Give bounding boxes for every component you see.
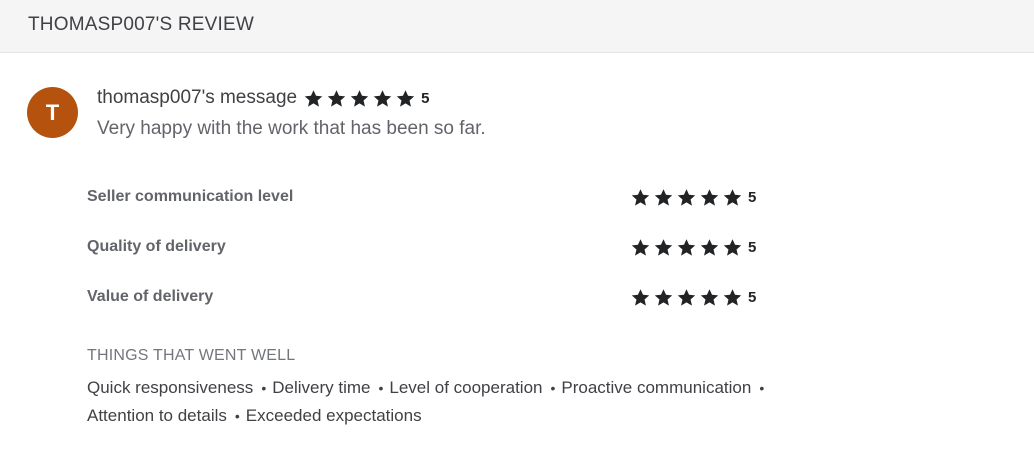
rating-row-communication: Seller communication level 5 bbox=[87, 185, 787, 209]
star-icon bbox=[723, 288, 742, 306]
rating-row-quality: Quality of delivery 5 bbox=[87, 235, 787, 259]
star-icon bbox=[631, 238, 650, 256]
rating-stars: 5 bbox=[631, 285, 756, 309]
rating-score: 5 bbox=[748, 188, 757, 206]
rating-score: 5 bbox=[748, 238, 757, 256]
star-icon bbox=[677, 238, 696, 256]
bullet-separator: • bbox=[550, 380, 556, 396]
review-header: THOMASP007'S REVIEW bbox=[0, 0, 1034, 53]
star-icon bbox=[677, 188, 696, 206]
list-item: Delivery time bbox=[272, 378, 371, 397]
star-icon bbox=[304, 89, 323, 107]
avatar-letter: T bbox=[45, 99, 60, 125]
avatar[interactable]: T bbox=[27, 87, 78, 138]
things-went-well-list: Quick responsiveness • Delivery time • Level… bbox=[87, 374, 907, 430]
rating-row-value: Value of delivery 5 bbox=[87, 285, 787, 309]
star-icon bbox=[654, 238, 673, 256]
overall-star-rating: 5 bbox=[304, 89, 429, 108]
review-message-title: thomasp007's message bbox=[97, 87, 298, 108]
star-icon bbox=[631, 288, 650, 306]
things-went-well-title: THINGS THAT WENT WELL bbox=[87, 347, 296, 364]
list-item: Proactive communication bbox=[561, 378, 752, 397]
star-icon bbox=[723, 238, 742, 256]
rating-stars: 5 bbox=[631, 185, 756, 209]
review-message-text: Very happy with the work that has been s… bbox=[97, 118, 486, 139]
star-icon bbox=[700, 188, 719, 206]
overall-score: 5 bbox=[421, 89, 430, 107]
star-icon bbox=[396, 89, 415, 107]
star-icon bbox=[327, 89, 346, 107]
list-item: Attention to details bbox=[87, 406, 227, 425]
star-icon bbox=[654, 188, 673, 206]
star-icon bbox=[723, 188, 742, 206]
star-icon bbox=[350, 89, 369, 107]
rating-score: 5 bbox=[748, 288, 757, 306]
review-message-header: thomasp007's message 5 bbox=[97, 86, 429, 110]
rating-stars: 5 bbox=[631, 235, 756, 259]
review-header-title: THOMASP007'S REVIEW bbox=[28, 14, 254, 35]
star-icon bbox=[631, 188, 650, 206]
bullet-separator: • bbox=[261, 380, 267, 396]
rating-label: Seller communication level bbox=[87, 188, 294, 205]
list-item: Level of cooperation bbox=[389, 378, 543, 397]
list-item: Exceeded expectations bbox=[245, 406, 422, 425]
rating-label: Quality of delivery bbox=[87, 238, 226, 255]
bullet-separator: • bbox=[378, 380, 384, 396]
rating-label: Value of delivery bbox=[87, 288, 214, 305]
star-icon bbox=[677, 288, 696, 306]
star-icon bbox=[700, 238, 719, 256]
star-icon bbox=[700, 288, 719, 306]
star-icon bbox=[654, 288, 673, 306]
bullet-separator: • bbox=[759, 380, 765, 396]
bullet-separator: • bbox=[234, 408, 240, 424]
list-item: Quick responsiveness bbox=[87, 378, 254, 397]
star-icon bbox=[373, 89, 392, 107]
